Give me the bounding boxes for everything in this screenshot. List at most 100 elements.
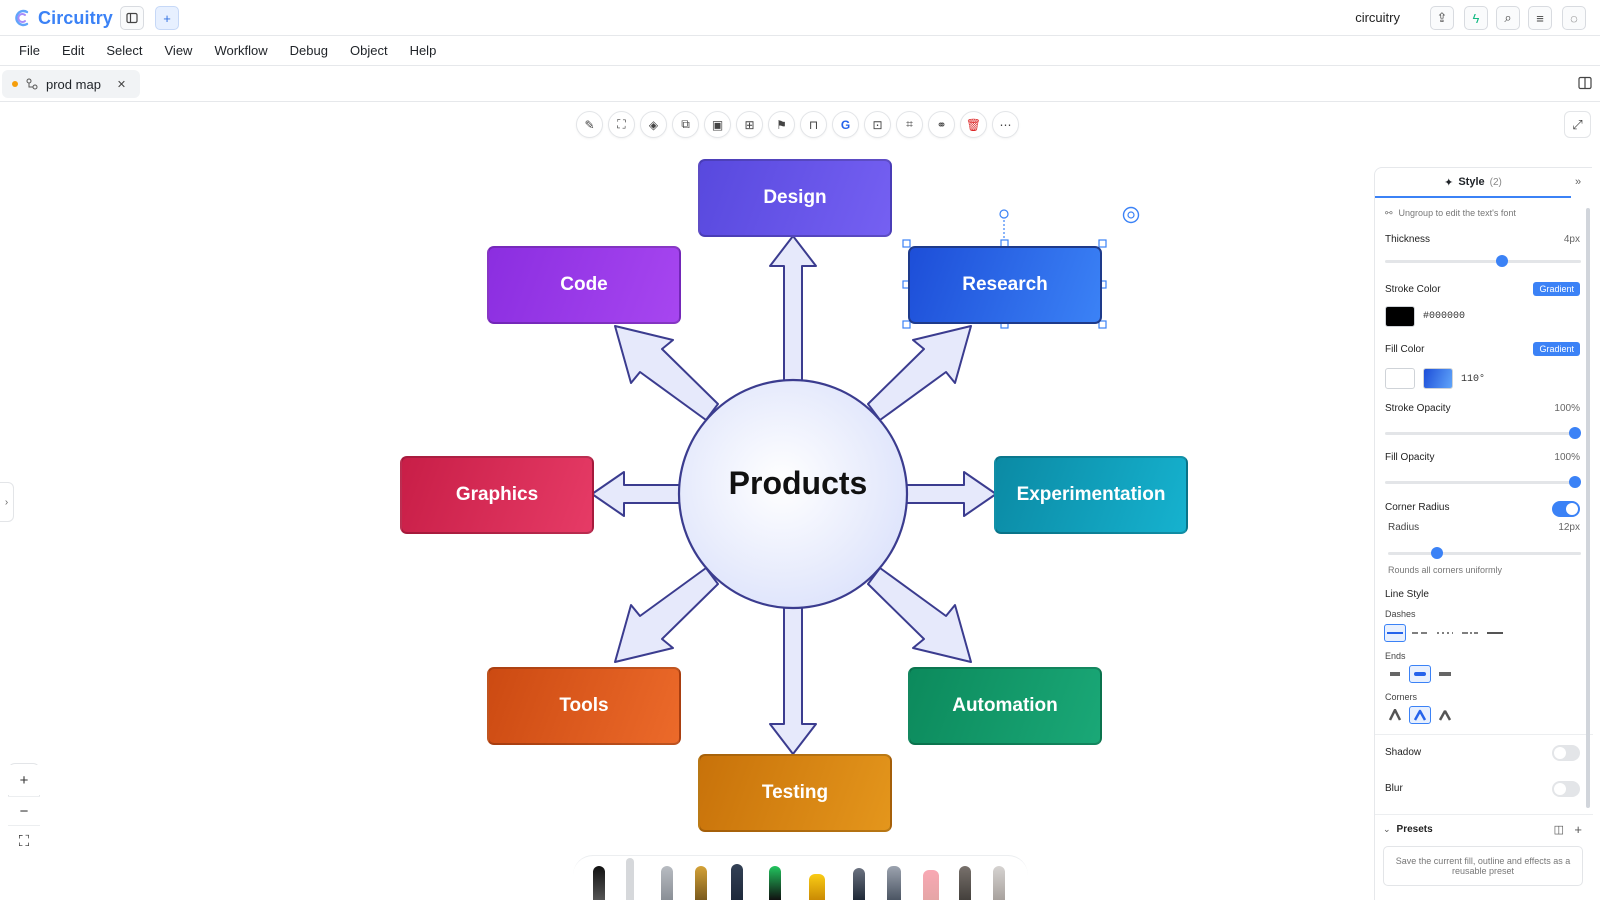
corners-options bbox=[1384, 706, 1456, 724]
pen-navy-icon[interactable] bbox=[731, 864, 743, 900]
node-tools[interactable]: Tools bbox=[487, 667, 681, 745]
thickness-slider-track[interactable] bbox=[1385, 260, 1581, 263]
blur-toggle[interactable] bbox=[1552, 781, 1580, 797]
node-testing[interactable]: Testing bbox=[698, 754, 892, 832]
node-research[interactable]: Research bbox=[908, 246, 1102, 324]
chevron-down-icon: ⌄ bbox=[1383, 824, 1391, 834]
thickness-slider-knob[interactable] bbox=[1496, 255, 1508, 267]
arrow-to-tools[interactable] bbox=[614, 567, 719, 663]
arrow-to-research[interactable] bbox=[867, 325, 972, 421]
dash-dashdot-option[interactable] bbox=[1459, 624, 1481, 642]
fill-end-swatch[interactable] bbox=[1423, 368, 1453, 389]
node-code[interactable]: Code bbox=[487, 246, 681, 324]
blur-label: Blur bbox=[1385, 783, 1403, 794]
pen-black-icon[interactable] bbox=[593, 866, 605, 900]
line-style-label: Line Style bbox=[1385, 589, 1429, 600]
end-square-option[interactable] bbox=[1434, 665, 1456, 683]
dash-dot-line-icon bbox=[1462, 632, 1478, 634]
highlighter-icon[interactable] bbox=[809, 874, 825, 900]
hub-label: Products bbox=[728, 465, 868, 501]
zoom-out-button[interactable]: − bbox=[8, 796, 40, 826]
brush-pen-icon[interactable] bbox=[959, 866, 971, 900]
radius-slider-knob[interactable] bbox=[1431, 547, 1443, 559]
node-graphics[interactable]: Graphics bbox=[400, 456, 594, 534]
tape-icon[interactable] bbox=[887, 866, 901, 900]
fill-opacity-slider-knob[interactable] bbox=[1569, 476, 1581, 488]
ends-label: Ends bbox=[1385, 651, 1406, 661]
node-automation[interactable]: Automation bbox=[908, 667, 1102, 745]
dash-thick-option[interactable] bbox=[1484, 624, 1506, 642]
stroke-opacity-slider-knob[interactable] bbox=[1569, 427, 1581, 439]
plus-icon: + bbox=[19, 771, 29, 789]
zoom-in-button[interactable]: + bbox=[8, 765, 40, 795]
dashes-options bbox=[1384, 624, 1506, 642]
panel-scrollbar[interactable] bbox=[1586, 208, 1590, 808]
left-panel-toggle[interactable]: › bbox=[0, 482, 14, 522]
presets-hint: Save the current fill, outline and effec… bbox=[1395, 856, 1571, 876]
dash-dotted-option[interactable] bbox=[1434, 624, 1456, 642]
fill-gradient-button[interactable]: Gradient bbox=[1533, 342, 1580, 356]
fit-screen-icon: ⛶ bbox=[18, 832, 30, 850]
node-experimentation[interactable]: Experimentation bbox=[994, 456, 1188, 534]
corner-miter-option[interactable] bbox=[1384, 706, 1406, 724]
marker-green-icon[interactable] bbox=[769, 866, 781, 900]
radius-hint: Rounds all corners uniformly bbox=[1388, 565, 1503, 575]
add-preset-button[interactable]: + bbox=[1574, 822, 1582, 837]
ungroup-hint-text: Ungroup to edit the text's font bbox=[1398, 208, 1516, 218]
collapse-panel-button[interactable]: » bbox=[1575, 176, 1581, 188]
corner-bevel-option[interactable] bbox=[1434, 706, 1456, 724]
stroke-opacity-label: Stroke Opacity bbox=[1385, 403, 1451, 414]
presets-label: Presets bbox=[1396, 824, 1433, 835]
shadow-toggle[interactable] bbox=[1552, 745, 1580, 761]
sparkle-icon: ✦ bbox=[1444, 176, 1454, 189]
stroke-color-hex[interactable]: #000000 bbox=[1423, 311, 1465, 322]
divider bbox=[1375, 814, 1593, 815]
corner-radius-toggle[interactable] bbox=[1552, 501, 1580, 517]
radius-slider-track[interactable] bbox=[1388, 552, 1581, 555]
arrow-to-design[interactable] bbox=[769, 235, 817, 391]
eraser-icon[interactable] bbox=[923, 870, 939, 900]
style-tab-count: (2) bbox=[1489, 176, 1502, 188]
arrow-to-experimentation[interactable] bbox=[905, 471, 997, 517]
fountain-pen-icon[interactable] bbox=[993, 866, 1005, 900]
corners-label: Corners bbox=[1385, 692, 1418, 702]
node-design[interactable]: Design bbox=[698, 159, 892, 237]
end-round-option[interactable] bbox=[1409, 665, 1431, 683]
fill-start-swatch[interactable] bbox=[1385, 368, 1415, 389]
presets-layout-button[interactable]: ◫ bbox=[1554, 823, 1564, 836]
radius-label: Radius bbox=[1388, 522, 1420, 533]
stroke-opacity-slider-track[interactable] bbox=[1385, 432, 1581, 435]
fit-view-button[interactable]: ⛶ bbox=[8, 826, 40, 856]
ungroup-hint: ⚯ Ungroup to edit the text's font bbox=[1385, 208, 1516, 219]
radius-value: 12px bbox=[1558, 522, 1580, 533]
arrow-to-testing[interactable] bbox=[769, 599, 817, 755]
dashes-label: Dashes bbox=[1385, 609, 1416, 619]
chevron-right-icon: › bbox=[4, 496, 9, 508]
thickness-value: 4px bbox=[1563, 234, 1580, 245]
arrow-to-graphics[interactable] bbox=[591, 471, 683, 517]
pencil-icon[interactable] bbox=[695, 866, 707, 900]
presets-header[interactable]: ⌄ Presets bbox=[1383, 824, 1433, 835]
stroke-color-swatch[interactable] bbox=[1385, 306, 1415, 327]
pen-silver-icon[interactable] bbox=[661, 866, 673, 900]
corner-round-option[interactable] bbox=[1409, 706, 1431, 724]
flat-cap-icon bbox=[1390, 672, 1400, 676]
focus-target-icon[interactable] bbox=[1122, 206, 1140, 224]
style-panel: ✦ Style (2) » ⚯ Ungroup to edit the text'… bbox=[1374, 167, 1593, 900]
solid-line-icon bbox=[1387, 632, 1403, 634]
dash-dashed-option[interactable] bbox=[1409, 624, 1431, 642]
ends-options bbox=[1384, 665, 1456, 683]
arrow-to-code[interactable] bbox=[614, 325, 719, 421]
pen-fineliner-icon[interactable] bbox=[626, 858, 634, 900]
pen-tray bbox=[573, 855, 1028, 900]
pen-gray-icon[interactable] bbox=[853, 868, 865, 900]
fill-gradient-angle[interactable]: 110° bbox=[1461, 374, 1485, 385]
dash-solid-option[interactable] bbox=[1384, 624, 1406, 642]
arrow-to-automation[interactable] bbox=[867, 567, 972, 663]
end-flat-option[interactable] bbox=[1384, 665, 1406, 683]
fill-opacity-slider-track[interactable] bbox=[1385, 481, 1581, 484]
stroke-gradient-button[interactable]: Gradient bbox=[1533, 282, 1580, 296]
divider bbox=[1375, 734, 1593, 735]
tab-style[interactable]: ✦ Style (2) bbox=[1375, 168, 1571, 198]
minus-icon: − bbox=[19, 802, 29, 820]
